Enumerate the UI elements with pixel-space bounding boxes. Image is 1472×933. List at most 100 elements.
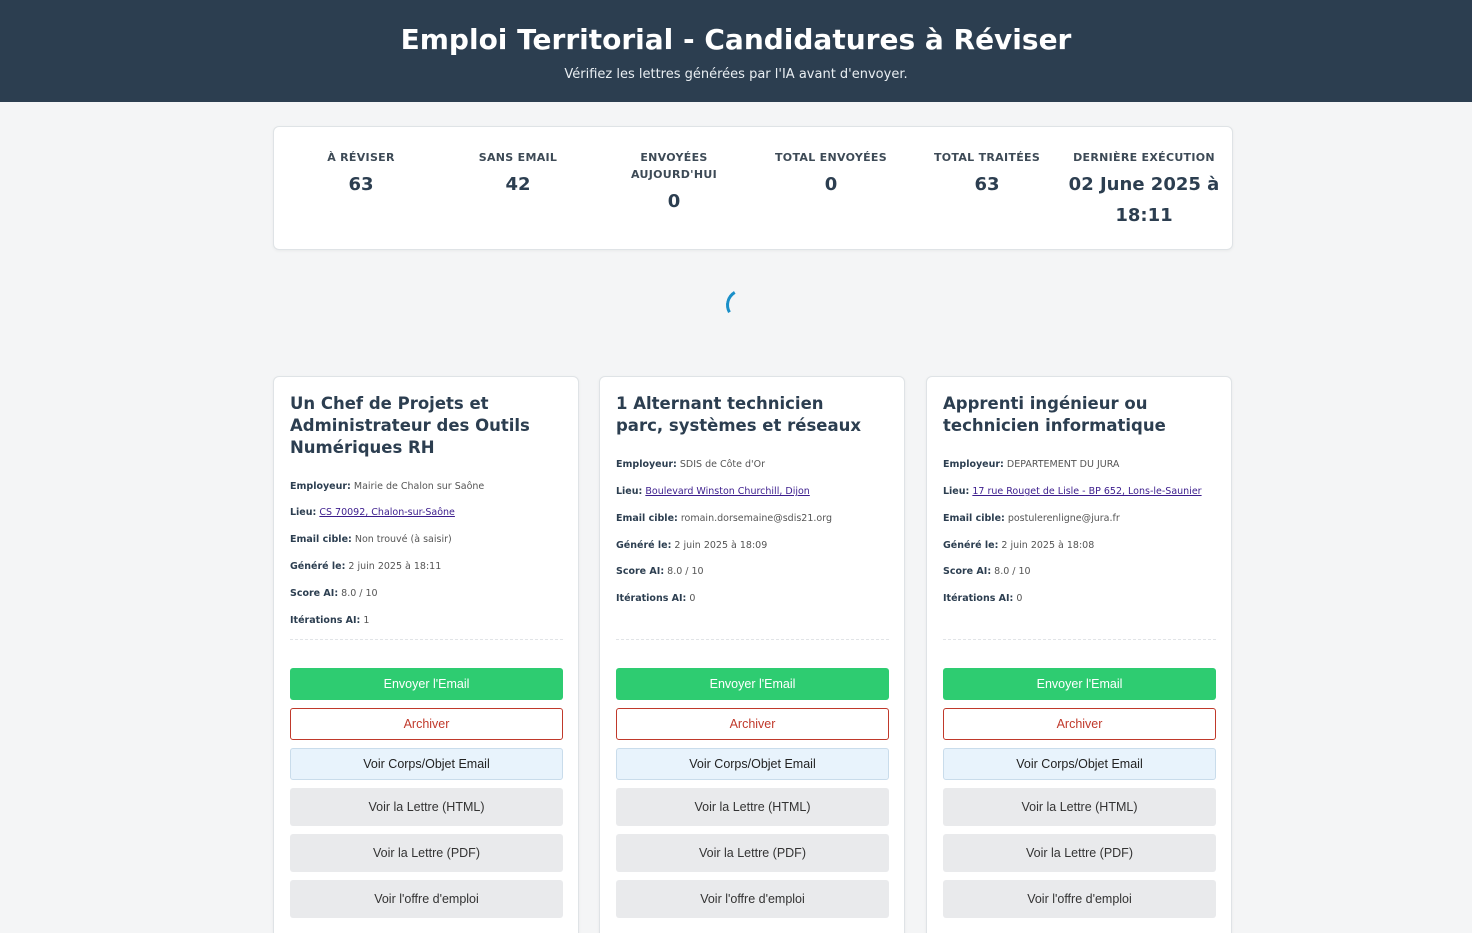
view-letter-pdf-button[interactable]: Voir la Lettre (PDF) — [616, 834, 889, 872]
generated-row: Généré le: 2 juin 2025 à 18:11 — [290, 560, 564, 574]
email-label: Email cible: — [290, 534, 352, 545]
iterations-value: 1 — [363, 615, 370, 626]
employer-value: DEPARTEMENT DU JURA — [1006, 459, 1120, 470]
archive-button[interactable]: Archiver — [290, 708, 563, 740]
email-row: Email cible: Non trouvé (à saisir) — [290, 533, 564, 547]
location-label: Lieu: — [290, 507, 317, 518]
email-row: Email cible: romain.dorsemaine@sdis21.or… — [616, 512, 890, 526]
score-label: Score AI: — [290, 588, 339, 599]
score-row: Score AI: 8.0 / 10 — [943, 565, 1217, 579]
view-letter-html-button[interactable]: Voir la Lettre (HTML) — [290, 788, 563, 826]
stat-value: 63 — [348, 174, 374, 195]
iterations-row: Itérations AI: 0 — [943, 592, 1217, 606]
page-header: Emploi Territorial - Candidatures à Révi… — [0, 0, 1472, 102]
employer-row: Employeur: SDIS de Côte d'Or — [616, 458, 890, 472]
page-title: Emploi Territorial - Candidatures à Révi… — [400, 23, 1072, 56]
iterations-row: Itérations AI: 1 — [290, 614, 564, 628]
email-label: Email cible: — [616, 513, 678, 524]
score-row: Score AI: 8.0 / 10 — [290, 587, 564, 601]
generated-value: 2 juin 2025 à 18:09 — [674, 540, 768, 551]
location-row: Lieu: CS 70092, Chalon-sur-Saône — [290, 506, 564, 520]
location-row: Lieu: Boulevard Winston Churchill, Dijon — [616, 485, 890, 499]
view-job-offer-button[interactable]: Voir l'offre d'emploi — [616, 880, 889, 918]
location-link[interactable]: CS 70092, Chalon-sur-Saône — [319, 507, 455, 518]
employer-label: Employeur: — [290, 481, 351, 492]
view-email-body-button[interactable]: Voir Corps/Objet Email — [290, 748, 563, 780]
job-title: 1 Alternant technicien parc, systèmes et… — [616, 394, 861, 435]
generated-row: Généré le: 2 juin 2025 à 18:09 — [616, 539, 890, 553]
score-value: 8.0 / 10 — [667, 566, 704, 577]
score-label: Score AI: — [943, 566, 992, 577]
view-job-offer-button[interactable]: Voir l'offre d'emploi — [943, 880, 1216, 918]
location-link[interactable]: Boulevard Winston Churchill, Dijon — [645, 486, 809, 497]
send-email-button[interactable]: Envoyer l'Email — [616, 668, 889, 700]
generated-row: Généré le: 2 juin 2025 à 18:08 — [943, 539, 1217, 553]
stat-label: TOTAL TRAITÉES — [933, 151, 1041, 164]
application-card: 1 Alternant technicien parc, systèmes et… — [599, 376, 905, 933]
stat-value: 02 June 2025 à 18:11 — [1068, 174, 1220, 226]
send-email-button[interactable]: Envoyer l'Email — [290, 668, 563, 700]
loading-spinner-icon — [722, 285, 762, 325]
view-job-offer-button[interactable]: Voir l'offre d'emploi — [290, 880, 563, 918]
stat-label: ENVOYÉES AUJOURD'HUI — [631, 151, 717, 181]
archive-button[interactable]: Archiver — [943, 708, 1216, 740]
generated-label: Généré le: — [616, 540, 672, 551]
location-label: Lieu: — [616, 486, 643, 497]
email-label: Email cible: — [943, 513, 1005, 524]
job-title: Un Chef de Projets et Administrateur des… — [290, 394, 530, 457]
stat-no-email: SANS EMAIL 42 — [443, 149, 593, 200]
stat-label: TOTAL ENVOYÉES — [775, 151, 887, 164]
score-value: 8.0 / 10 — [994, 566, 1031, 577]
application-card: Un Chef de Projets et Administrateur des… — [273, 376, 579, 933]
employer-value: Mairie de Chalon sur Saône — [353, 481, 485, 492]
iterations-label: Itérations AI: — [616, 593, 687, 604]
stat-label: SANS EMAIL — [478, 151, 558, 164]
stat-value: 0 — [824, 174, 838, 195]
generated-label: Généré le: — [943, 540, 999, 551]
send-email-button[interactable]: Envoyer l'Email — [943, 668, 1216, 700]
view-letter-pdf-button[interactable]: Voir la Lettre (PDF) — [943, 834, 1216, 872]
score-row: Score AI: 8.0 / 10 — [616, 565, 890, 579]
iterations-label: Itérations AI: — [943, 593, 1014, 604]
page-subtitle: Vérifiez les lettres générées par l'IA a… — [564, 67, 908, 82]
job-title: Apprenti ingénieur ou technicien informa… — [943, 394, 1166, 435]
stat-value: 42 — [505, 174, 531, 195]
stat-last-run: DERNIÈRE EXÉCUTION 02 June 2025 à 18:11 — [1068, 149, 1220, 231]
view-email-body-button[interactable]: Voir Corps/Objet Email — [616, 748, 889, 780]
view-email-body-button[interactable]: Voir Corps/Objet Email — [943, 748, 1216, 780]
stat-to-review: À RÉVISER 63 — [286, 149, 436, 200]
iterations-label: Itérations AI: — [290, 615, 361, 626]
employer-value: SDIS de Côte d'Or — [679, 459, 766, 470]
divider — [943, 639, 1216, 640]
employer-row: Employeur: Mairie de Chalon sur Saône — [290, 480, 564, 494]
location-row: Lieu: 17 rue Rouget de Lisle - BP 652, L… — [943, 485, 1217, 499]
location-label: Lieu: — [943, 486, 970, 497]
employer-row: Employeur: DEPARTEMENT DU JURA — [943, 458, 1217, 472]
divider — [290, 639, 563, 640]
email-row: Email cible: postulerenligne@jura.fr — [943, 512, 1217, 526]
stats-panel: À RÉVISER 63 SANS EMAIL 42 ENVOYÉES AUJO… — [273, 126, 1233, 250]
email-value: romain.dorsemaine@sdis21.org — [680, 513, 832, 524]
stat-value: 63 — [974, 174, 1000, 195]
email-value: postulerenligne@jura.fr — [1007, 513, 1120, 524]
stat-total-sent: TOTAL ENVOYÉES 0 — [756, 149, 906, 200]
iterations-value: 0 — [689, 593, 696, 604]
stat-total-processed: TOTAL TRAITÉES 63 — [912, 149, 1062, 200]
divider — [616, 639, 889, 640]
stat-label: À RÉVISER — [327, 151, 395, 164]
iterations-row: Itérations AI: 0 — [616, 592, 890, 606]
score-label: Score AI: — [616, 566, 665, 577]
view-letter-html-button[interactable]: Voir la Lettre (HTML) — [943, 788, 1216, 826]
generated-value: 2 juin 2025 à 18:11 — [348, 561, 442, 572]
view-letter-html-button[interactable]: Voir la Lettre (HTML) — [616, 788, 889, 826]
location-link[interactable]: 17 rue Rouget de Lisle - BP 652, Lons-le… — [972, 486, 1201, 497]
score-value: 8.0 / 10 — [341, 588, 378, 599]
stat-sent-today: ENVOYÉES AUJOURD'HUI 0 — [599, 149, 749, 217]
archive-button[interactable]: Archiver — [616, 708, 889, 740]
iterations-value: 0 — [1016, 593, 1023, 604]
employer-label: Employeur: — [943, 459, 1004, 470]
generated-label: Généré le: — [290, 561, 346, 572]
employer-label: Employeur: — [616, 459, 677, 470]
view-letter-pdf-button[interactable]: Voir la Lettre (PDF) — [290, 834, 563, 872]
email-value: Non trouvé (à saisir) — [354, 534, 452, 545]
